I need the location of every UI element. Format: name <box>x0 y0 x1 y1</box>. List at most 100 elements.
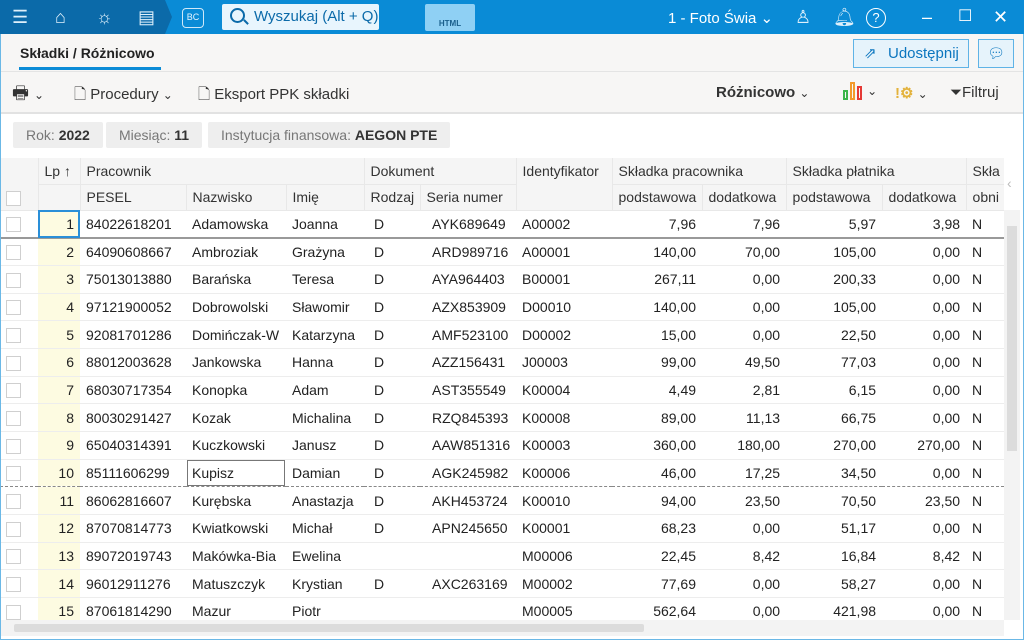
user-icon[interactable]: ♙ <box>795 6 811 28</box>
cell-prac-podstawowa[interactable]: 77,69 <box>612 569 703 599</box>
cell-obni[interactable]: N <box>966 431 1004 460</box>
cell-plat-dodatkowa[interactable]: 0,00 <box>882 569 967 599</box>
cell-lp[interactable]: 5 <box>38 320 80 349</box>
cell-prac-podstawowa[interactable]: 22,45 <box>612 542 703 571</box>
cell-seria[interactable]: AZZ156431 <box>420 348 517 377</box>
cell-prac-podstawowa[interactable]: 46,00 <box>612 458 703 488</box>
cell-seria[interactable]: AKH453724 <box>420 486 517 516</box>
cell-plat-podstawowa[interactable]: 105,00 <box>786 237 883 266</box>
cell-imie[interactable]: Grażyna <box>286 237 365 266</box>
cell-seria[interactable] <box>420 597 517 620</box>
cell-plat-podstawowa[interactable]: 51,17 <box>786 514 883 543</box>
bc-icon[interactable]: BC <box>182 8 204 28</box>
cell-lp[interactable]: 13 <box>38 542 80 571</box>
cell-plat-podstawowa[interactable]: 270,00 <box>786 431 883 460</box>
cell-nazwisko[interactable]: Kuczkowski <box>186 431 286 460</box>
cell-nazwisko[interactable]: Konopka <box>186 376 286 405</box>
cell-seria[interactable]: AGK245982 <box>420 458 517 488</box>
filter-button[interactable]: ⏷Filtruj <box>950 84 999 101</box>
cell-rodzaj[interactable]: D <box>364 237 421 266</box>
cell-lp[interactable]: 15 <box>38 597 80 620</box>
collapse-panel-icon[interactable]: ‹ <box>1007 175 1012 191</box>
lightbulb-icon[interactable]: ☼ <box>96 6 113 28</box>
cell-prac-dodatkowa[interactable]: 49,50 <box>702 348 787 377</box>
cell-imie[interactable]: Anastazja <box>286 486 365 516</box>
cell-plat-dodatkowa[interactable]: 0,00 <box>882 265 967 294</box>
cell-plat-dodatkowa[interactable]: 0,00 <box>882 514 967 543</box>
row-select-cell[interactable] <box>0 431 38 460</box>
vertical-scrollbar[interactable] <box>1004 210 1020 620</box>
table-row[interactable]: 9 65040314391 Kuczkowski Janusz D AAW851316 K0… <box>0 431 1004 460</box>
cell-lp[interactable]: 2 <box>38 237 80 266</box>
cell-plat-dodatkowa[interactable]: 0,00 <box>882 597 967 620</box>
home-icon[interactable]: ⌂ <box>55 6 66 28</box>
row-select-cell[interactable] <box>0 458 38 488</box>
row-checkbox[interactable] <box>6 549 21 565</box>
minimize-icon[interactable]: – <box>922 6 932 28</box>
table-row[interactable]: 12 87070814773 Kwiatkowski Michał D APN245650… <box>0 514 1004 543</box>
row-checkbox[interactable] <box>6 272 21 288</box>
cell-pesel[interactable]: 65040314391 <box>80 431 186 460</box>
row-checkbox[interactable] <box>6 438 21 454</box>
cell-plat-dodatkowa[interactable]: 8,42 <box>882 542 967 571</box>
cell-obni[interactable]: N <box>966 265 1004 294</box>
horizontal-scroll-thumb[interactable] <box>14 624 644 632</box>
cell-lp[interactable]: 1 <box>38 210 80 239</box>
filter-chip-instytucja[interactable]: Instytucja finansowa: AEGON PTE <box>208 122 451 148</box>
cell-imie[interactable]: Piotr <box>286 597 365 620</box>
select-all-header[interactable] <box>0 158 39 211</box>
cell-plat-dodatkowa[interactable]: 3,98 <box>882 210 967 239</box>
cell-plat-podstawowa[interactable]: 22,50 <box>786 320 883 349</box>
cell-pesel[interactable]: 75013013880 <box>80 265 186 294</box>
row-checkbox[interactable] <box>6 355 21 371</box>
cell-prac-dodatkowa[interactable]: 0,00 <box>702 265 787 294</box>
cell-identyfikator[interactable]: J00003 <box>516 348 613 377</box>
procedury-button[interactable]: 🗋 Procedury ⌄ <box>74 84 173 109</box>
cell-obni[interactable]: N <box>966 597 1004 620</box>
cell-obni[interactable]: N <box>966 237 1004 266</box>
cell-nazwisko[interactable]: Domińczak-W <box>186 320 286 349</box>
cell-seria[interactable] <box>420 542 517 571</box>
cell-prac-podstawowa[interactable]: 562,64 <box>612 597 703 620</box>
table-row[interactable]: 1 84022618201 Adamowska Joanna D AYK689649 A00… <box>0 210 1004 239</box>
cell-pesel[interactable]: 80030291427 <box>80 403 186 432</box>
close-icon[interactable]: ✕ <box>993 6 1008 28</box>
cell-imie[interactable]: Hanna <box>286 348 365 377</box>
cell-imie[interactable]: Ewelina <box>286 542 365 571</box>
cell-prac-podstawowa[interactable]: 140,00 <box>612 237 703 266</box>
cell-prac-dodatkowa[interactable]: 0,00 <box>702 293 787 322</box>
cell-identyfikator[interactable]: K00010 <box>516 486 613 516</box>
cell-nazwisko[interactable]: Barańska <box>186 265 286 294</box>
cell-seria[interactable]: ARD989716 <box>420 237 517 266</box>
row-select-cell[interactable] <box>0 514 38 543</box>
cell-identyfikator[interactable]: B00001 <box>516 265 613 294</box>
cell-identyfikator[interactable]: A00001 <box>516 237 613 266</box>
maximize-icon[interactable]: ☐ <box>958 6 972 28</box>
chat-button[interactable]: 💬︎ <box>978 39 1014 68</box>
cell-plat-dodatkowa[interactable]: 23,50 <box>882 486 967 516</box>
cell-nazwisko[interactable]: Kwiatkowski <box>186 514 286 543</box>
cell-imie[interactable]: Michalina <box>286 403 365 432</box>
view-selector[interactable]: Różnicowo ⌄ <box>716 84 809 101</box>
row-select-cell[interactable] <box>0 403 38 432</box>
filter-chip-miesiac[interactable]: Miesiąc: 11 <box>106 122 203 148</box>
cell-seria[interactable]: AAW851316 <box>420 431 517 460</box>
header-identyfikator[interactable]: Identyfikator <box>516 158 613 211</box>
cell-prac-dodatkowa[interactable]: 180,00 <box>702 431 787 460</box>
cell-prac-podstawowa[interactable]: 267,11 <box>612 265 703 294</box>
cell-lp[interactable]: 10 <box>38 458 80 488</box>
cell-prac-dodatkowa[interactable]: 0,00 <box>702 569 787 599</box>
cell-obni[interactable]: N <box>966 569 1004 599</box>
cell-nazwisko[interactable]: Dobrowolski <box>186 293 286 322</box>
table-row[interactable]: 13 89072019743 Makówka-Bia Ewelina M00006 22,… <box>0 542 1004 571</box>
cell-identyfikator[interactable]: M00005 <box>516 597 613 620</box>
cell-rodzaj[interactable]: D <box>364 320 421 349</box>
header-nazwisko[interactable]: Nazwisko <box>186 184 287 211</box>
table-row[interactable]: 15 87061814290 Mazur Piotr M00005 562,64 0,00 4… <box>0 597 1004 620</box>
cell-prac-dodatkowa[interactable]: 23,50 <box>702 486 787 516</box>
cell-prac-dodatkowa[interactable]: 0,00 <box>702 320 787 349</box>
cell-lp[interactable]: 6 <box>38 348 80 377</box>
row-checkbox[interactable] <box>6 245 21 261</box>
cell-rodzaj[interactable] <box>364 597 421 620</box>
cell-pesel[interactable]: 64090608667 <box>80 237 186 266</box>
